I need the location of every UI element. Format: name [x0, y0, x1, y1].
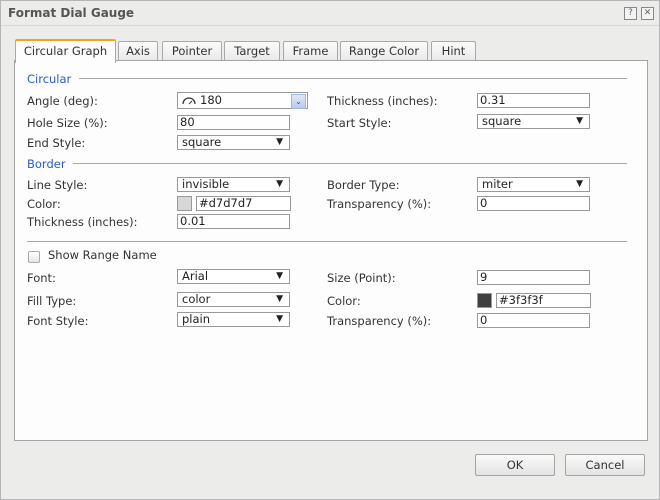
size-input[interactable]: 9	[477, 270, 590, 285]
range-name-divider	[27, 241, 627, 242]
dropdown-arrow-icon: ▼	[276, 179, 283, 189]
dropdown-arrow-icon: ▼	[276, 294, 283, 304]
fill-color-swatch[interactable]	[477, 293, 492, 308]
font-value: Arial	[182, 269, 209, 283]
range-transparency-input[interactable]: 0	[477, 313, 590, 328]
dropdown-arrow-icon: ▼	[276, 137, 283, 147]
border-color-label: Color:	[27, 197, 61, 211]
circular-section-title: Circular	[27, 72, 72, 86]
hole-size-input[interactable]: 80	[177, 115, 290, 130]
fill-type-value: color	[182, 292, 211, 306]
end-style-value: square	[182, 135, 222, 149]
angle-label: Angle (deg):	[27, 94, 98, 108]
end-style-label: End Style:	[27, 136, 86, 150]
fill-color-label: Color:	[327, 294, 361, 308]
start-style-label: Start Style:	[327, 116, 392, 130]
cancel-button[interactable]: Cancel	[565, 454, 645, 476]
border-color-swatch[interactable]	[177, 196, 192, 211]
tab-pointer[interactable]: Pointer	[162, 41, 222, 61]
dropdown-arrow-icon: ▼	[576, 179, 583, 189]
font-style-value: plain	[182, 312, 211, 326]
dropdown-arrow-icon: ▼	[276, 314, 283, 324]
tab-axis[interactable]: Axis	[118, 41, 158, 61]
ok-button[interactable]: OK	[475, 454, 555, 476]
border-divider	[73, 163, 627, 164]
fill-type-select[interactable]: color ▼	[177, 292, 290, 307]
fill-color-input[interactable]: #3f3f3f	[496, 293, 591, 308]
start-style-select[interactable]: square ▼	[477, 114, 590, 129]
font-select[interactable]: Arial ▼	[177, 269, 290, 284]
circular-divider	[79, 78, 627, 79]
title-bar[interactable]: Format Dial Gauge ? ✕	[1, 1, 659, 26]
font-style-label: Font Style:	[27, 314, 89, 328]
border-transparency-label: Transparency (%):	[327, 197, 432, 211]
format-dial-gauge-dialog: Format Dial Gauge ? ✕ Circular Graph Axi…	[0, 0, 660, 500]
border-section-title: Border	[27, 157, 66, 171]
border-thickness-input[interactable]: 0.01	[177, 214, 290, 229]
gauge-arc-icon	[181, 94, 197, 109]
chevron-down-icon[interactable]: ⌄	[291, 94, 306, 109]
show-range-name-checkbox[interactable]	[28, 251, 40, 263]
fill-type-label: Fill Type:	[27, 294, 77, 308]
circular-graph-panel: Circular Angle (deg): 180 ⌄ Thickness (i…	[14, 60, 648, 441]
dropdown-arrow-icon: ▼	[576, 116, 583, 126]
angle-select[interactable]: 180 ⌄	[177, 92, 308, 109]
font-label: Font:	[27, 271, 56, 285]
range-transparency-label: Transparency (%):	[327, 314, 432, 328]
tab-target[interactable]: Target	[224, 41, 280, 61]
dropdown-arrow-icon: ▼	[276, 271, 283, 281]
thickness-input[interactable]: 0.31	[477, 93, 590, 108]
dialog-title: Format Dial Gauge	[8, 6, 135, 20]
end-style-select[interactable]: square ▼	[177, 135, 290, 150]
line-style-value: invisible	[182, 177, 230, 191]
border-color-input[interactable]: #d7d7d7	[196, 196, 291, 211]
help-icon[interactable]: ?	[624, 7, 637, 20]
border-type-label: Border Type:	[327, 178, 400, 192]
tab-range-color[interactable]: Range Color	[340, 41, 428, 61]
border-type-select[interactable]: miter ▼	[477, 177, 590, 192]
tab-circular-graph[interactable]: Circular Graph	[15, 39, 116, 63]
hole-size-label: Hole Size (%):	[27, 116, 108, 130]
angle-value: 180	[200, 93, 222, 107]
border-type-value: miter	[482, 177, 513, 191]
tab-frame[interactable]: Frame	[283, 41, 338, 61]
line-style-label: Line Style:	[27, 178, 88, 192]
line-style-select[interactable]: invisible ▼	[177, 177, 290, 192]
close-icon[interactable]: ✕	[641, 7, 654, 20]
font-style-select[interactable]: plain ▼	[177, 312, 290, 327]
border-thickness-label: Thickness (inches):	[27, 215, 138, 229]
size-label: Size (Point):	[327, 271, 396, 285]
tab-hint[interactable]: Hint	[431, 41, 476, 61]
thickness-label: Thickness (inches):	[327, 94, 438, 108]
show-range-name-label[interactable]: Show Range Name	[48, 248, 157, 262]
start-style-value: square	[482, 114, 522, 128]
border-transparency-input[interactable]: 0	[477, 196, 590, 211]
